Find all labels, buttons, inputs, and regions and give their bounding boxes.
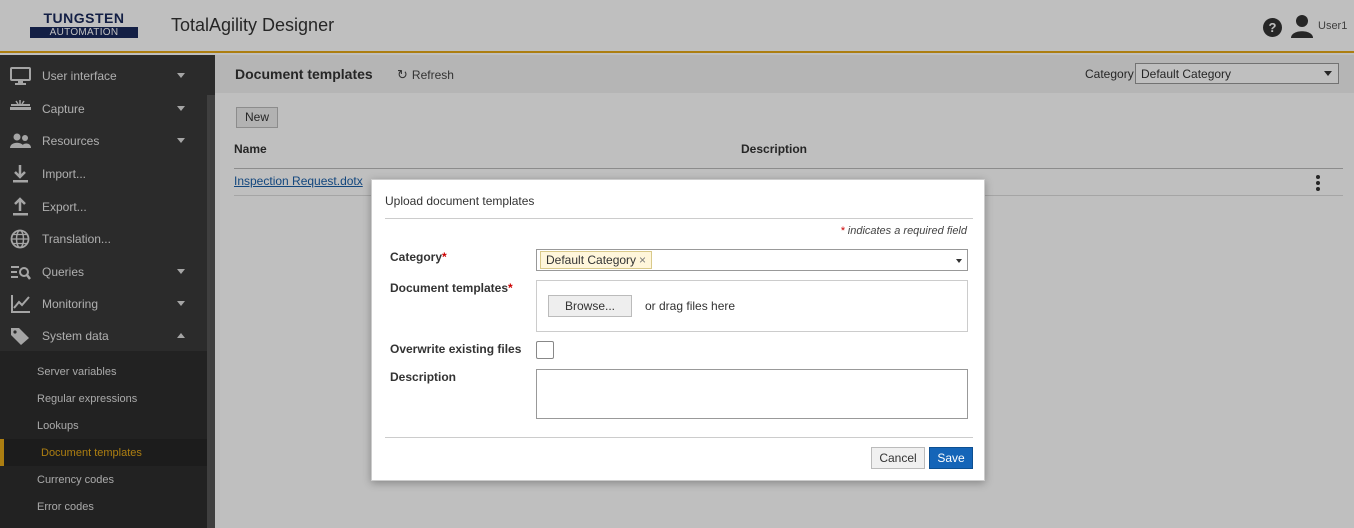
file-drop-zone[interactable]: Browse... or drag files here (536, 280, 968, 332)
remove-tag-icon[interactable]: × (639, 253, 646, 267)
category-label-text: Category (390, 250, 443, 264)
upload-dialog: Upload document templates * indicates a … (371, 179, 985, 481)
overwrite-checkbox[interactable] (536, 341, 554, 359)
dialog-divider (385, 218, 973, 219)
dialog-title: Upload document templates (385, 194, 535, 208)
cancel-button[interactable]: Cancel (871, 447, 925, 469)
save-button[interactable]: Save (929, 447, 973, 469)
required-star: * (508, 281, 513, 295)
chevron-down-icon[interactable] (956, 259, 962, 263)
description-textarea[interactable] (536, 369, 968, 419)
category-tag-label: Default Category (546, 253, 637, 267)
document-templates-field-label: Document templates* (390, 281, 513, 295)
required-field-note: * indicates a required field (840, 225, 967, 237)
templates-label-text: Document templates (390, 281, 509, 295)
category-field-label: Category* (390, 250, 447, 264)
required-note-text: indicates a required field (844, 225, 967, 237)
drag-files-text: or drag files here (645, 299, 736, 313)
category-tag: Default Category × (540, 251, 653, 269)
category-tag-input[interactable]: Default Category × (536, 249, 968, 271)
description-field-label: Description (390, 370, 457, 384)
browse-button[interactable]: Browse... (548, 295, 632, 317)
overwrite-field-label: Overwrite existing files (390, 342, 522, 356)
dialog-footer-divider (385, 437, 973, 438)
required-star: * (442, 250, 447, 264)
